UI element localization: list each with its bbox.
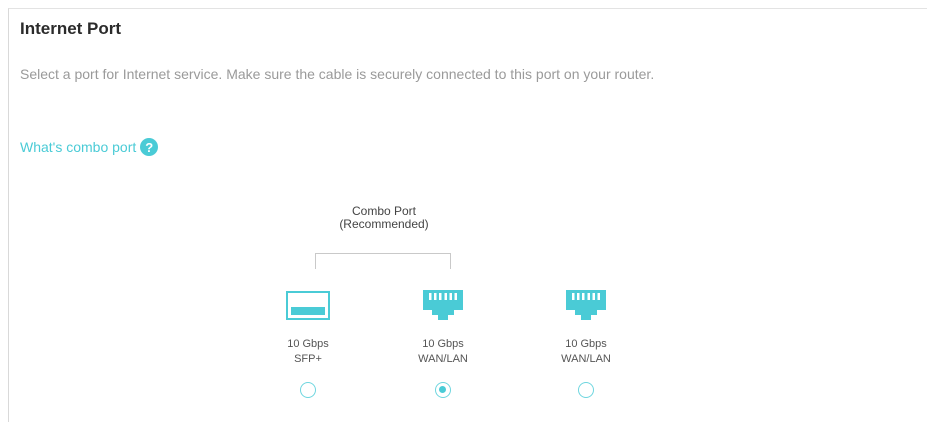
port-option-wan-lan-1[interactable]: 10 Gbps WAN/LAN — [398, 286, 488, 398]
port-label: 10 Gbps SFP+ — [263, 337, 353, 367]
port-speed: 10 Gbps — [422, 338, 464, 350]
port-speed: 10 Gbps — [287, 338, 329, 350]
port-radio-sfp[interactable] — [300, 382, 316, 398]
port-option-wan-lan-2[interactable]: 10 Gbps WAN/LAN — [541, 286, 631, 398]
question-circle-icon[interactable]: ? — [140, 138, 159, 156]
port-radio-wan-lan-1[interactable] — [435, 382, 451, 398]
port-speed: 10 Gbps — [565, 338, 607, 350]
port-radio-wan-lan-2[interactable] — [578, 382, 594, 398]
sfp-port-icon — [286, 291, 330, 320]
combo-port-help-text[interactable]: What's combo port — [20, 139, 136, 155]
port-label: 10 Gbps WAN/LAN — [398, 337, 488, 367]
ethernet-port-icon — [423, 290, 463, 320]
combo-port-label-line2: (Recommended) — [339, 217, 429, 231]
ethernet-port-icon — [566, 290, 606, 320]
port-option-sfp[interactable]: 10 Gbps SFP+ — [263, 286, 353, 398]
combo-port-label: Combo Port (Recommended) — [314, 205, 454, 231]
section-title: Internet Port — [20, 19, 122, 38]
port-label: 10 Gbps WAN/LAN — [541, 337, 631, 367]
port-type: WAN/LAN — [418, 353, 468, 365]
combo-port-help-link[interactable]: What's combo port ? — [20, 138, 159, 156]
port-type: WAN/LAN — [561, 353, 611, 365]
section-description: Select a port for Internet service. Make… — [20, 66, 655, 82]
combo-port-bracket — [315, 253, 451, 269]
port-type: SFP+ — [294, 353, 322, 365]
